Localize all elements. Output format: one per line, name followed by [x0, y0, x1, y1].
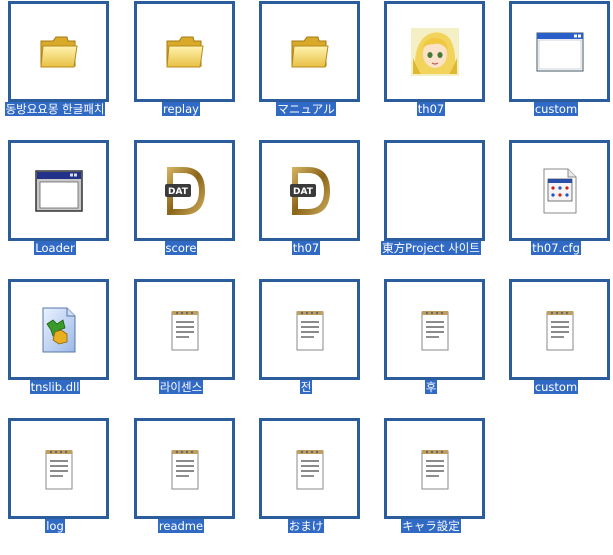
file-item-tnslib-dll[interactable]: tnslib.dll	[0, 278, 110, 416]
file-item-custom-exe[interactable]: custom	[501, 0, 611, 138]
file-label: 동방요요몽 한글패치	[4, 102, 106, 116]
thumbnail-frame	[259, 418, 360, 519]
window-app-icon	[34, 169, 83, 212]
file-item-touhou-site-shortcut[interactable]: 東方Project 사이트	[376, 139, 486, 277]
thumbnail-frame	[134, 1, 235, 102]
file-label: custom	[533, 380, 579, 394]
thumbnail-frame	[134, 418, 235, 519]
window-app-icon	[536, 32, 583, 71]
thumbnail-frame	[8, 140, 109, 241]
thumbnail-frame	[134, 279, 235, 380]
notepad-text-icon	[421, 449, 448, 489]
thumbnail-frame: DAT	[134, 140, 235, 241]
file-item-manual-folder[interactable]: マニュアル	[251, 0, 361, 138]
thumbnail-frame	[8, 418, 109, 519]
file-label: th07.cfg	[531, 241, 581, 255]
file-label: 후	[424, 380, 438, 394]
notepad-text-icon	[171, 449, 198, 489]
file-item-replay-folder[interactable]: replay	[126, 0, 236, 138]
thumbnail-frame	[384, 140, 485, 241]
file-label: 전	[299, 380, 313, 394]
thumbnail-frame	[384, 1, 485, 102]
character-portrait-icon	[410, 27, 459, 76]
file-label: おまけ	[287, 519, 325, 533]
folder-icon	[290, 36, 329, 67]
notepad-text-icon	[421, 310, 448, 350]
file-thumbnail-view: 동방요요몽 한글패치 replay マニュアル th07 custom Load…	[0, 0, 613, 539]
file-item-korean-patch-folder[interactable]: 동방요요몽 한글패치	[0, 0, 110, 138]
file-item-th07-exe[interactable]: th07	[376, 0, 486, 138]
thumbnail-frame	[8, 1, 109, 102]
file-item-custom-txt[interactable]: custom	[501, 278, 611, 416]
cfg-file-icon	[543, 168, 576, 213]
dat-file-icon: DAT	[289, 166, 330, 215]
svg-text:DAT: DAT	[168, 187, 189, 197]
file-label: マニュアル	[276, 102, 336, 116]
notepad-text-icon	[296, 310, 323, 350]
file-item-score-dat[interactable]: DAT score	[126, 139, 236, 277]
file-item-before-txt[interactable]: 전	[251, 278, 361, 416]
file-label: 東方Project 사이트	[381, 241, 481, 255]
file-item-th07-dat[interactable]: DAT th07	[251, 139, 361, 277]
file-item-character-settings-txt[interactable]: キャラ設定	[376, 417, 486, 555]
thumbnail-frame	[259, 1, 360, 102]
dat-file-icon: DAT	[164, 166, 205, 215]
thumbnail-frame: DAT	[259, 140, 360, 241]
file-label: キャラ設定	[401, 519, 461, 533]
file-item-th07-cfg[interactable]: th07.cfg	[501, 139, 611, 277]
file-item-log-txt[interactable]: log	[0, 417, 110, 555]
file-item-after-txt[interactable]: 후	[376, 278, 486, 416]
file-item-loader[interactable]: Loader	[0, 139, 110, 277]
file-item-readme-txt[interactable]: readme	[126, 417, 236, 555]
file-label: Loader	[34, 241, 76, 255]
notepad-text-icon	[171, 310, 198, 350]
notepad-text-icon	[296, 449, 323, 489]
thumbnail-frame	[509, 1, 610, 102]
file-item-omake-txt[interactable]: おまけ	[251, 417, 361, 555]
notepad-text-icon	[45, 449, 72, 489]
file-label: th07	[416, 102, 446, 116]
thumbnail-frame	[509, 279, 610, 380]
thumbnail-frame	[259, 279, 360, 380]
file-item-license-txt[interactable]: 라이센스	[126, 278, 236, 416]
thumbnail-frame	[8, 279, 109, 380]
thumbnail-frame	[509, 140, 610, 241]
file-label: custom	[533, 102, 579, 116]
file-label: readme	[157, 519, 205, 533]
folder-icon	[39, 36, 78, 67]
thumbnail-frame	[384, 418, 485, 519]
file-label: score	[164, 241, 198, 255]
folder-icon	[165, 36, 204, 67]
notepad-text-icon	[546, 310, 573, 350]
thumbnail-frame	[384, 279, 485, 380]
file-label: 라이센스	[158, 380, 204, 394]
file-label: th07	[291, 241, 321, 255]
file-label: tnslib.dll	[29, 380, 81, 394]
file-label: replay	[162, 102, 200, 116]
dll-file-icon	[42, 307, 75, 352]
file-label: log	[45, 519, 65, 533]
svg-text:DAT: DAT	[293, 187, 314, 197]
